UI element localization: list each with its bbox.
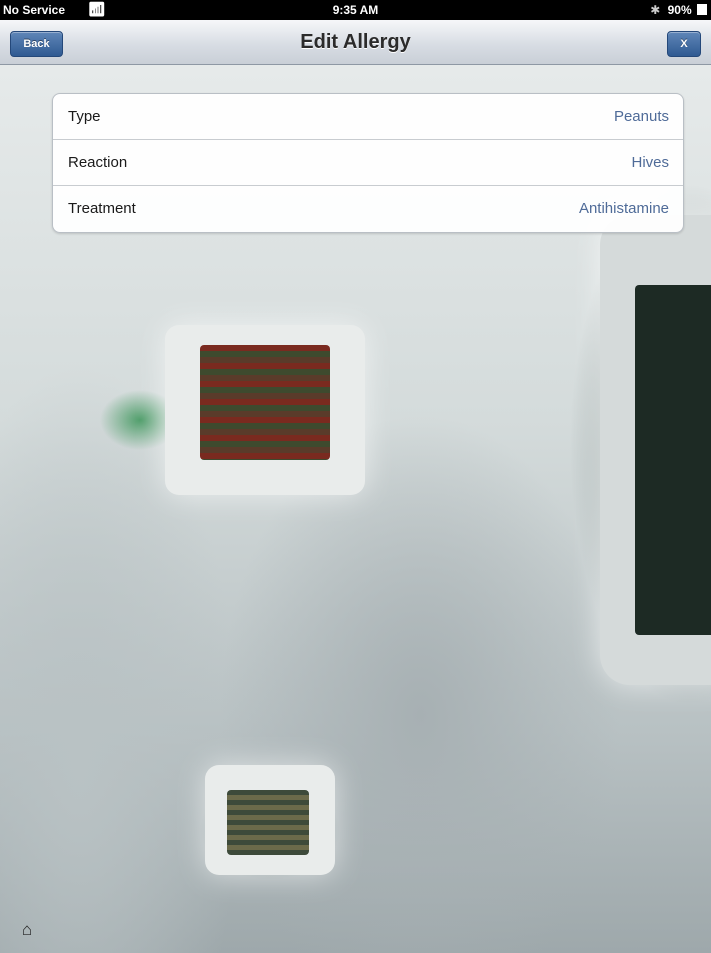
treatment-label: Treatment — [68, 200, 136, 217]
close-button[interactable]: X — [667, 31, 701, 57]
reaction-value[interactable]: Hives — [631, 154, 669, 171]
form-row-type[interactable]: Type Peanuts — [53, 94, 683, 140]
status-bar: No Service 📶︎ 9:35 AM ✱ 90% — [0, 0, 711, 20]
status-right: ✱ 90% — [650, 3, 707, 17]
navigation-bar: Back Edit Allergy X — [0, 20, 711, 65]
type-value[interactable]: Peanuts — [614, 108, 669, 125]
allergy-form: Type Peanuts Reaction Hives Treatment An… — [52, 93, 684, 233]
medical-monitor-image — [600, 215, 711, 685]
battery-icon — [697, 4, 707, 15]
treatment-value[interactable]: Antihistamine — [579, 200, 669, 217]
reaction-label: Reaction — [68, 154, 128, 171]
form-row-treatment[interactable]: Treatment Antihistamine — [53, 186, 683, 232]
medical-monitor-image — [205, 765, 335, 875]
bluetooth-icon: ✱ — [650, 3, 661, 17]
medical-monitor-image — [165, 325, 365, 495]
form-row-reaction[interactable]: Reaction Hives — [53, 140, 683, 186]
home-icon[interactable]: ⌂ — [16, 919, 38, 941]
type-label: Type — [68, 108, 101, 125]
battery-percent: 90% — [667, 3, 692, 17]
page-title: Edit Allergy — [300, 31, 411, 53]
clock: 9:35 AM — [332, 3, 379, 17]
